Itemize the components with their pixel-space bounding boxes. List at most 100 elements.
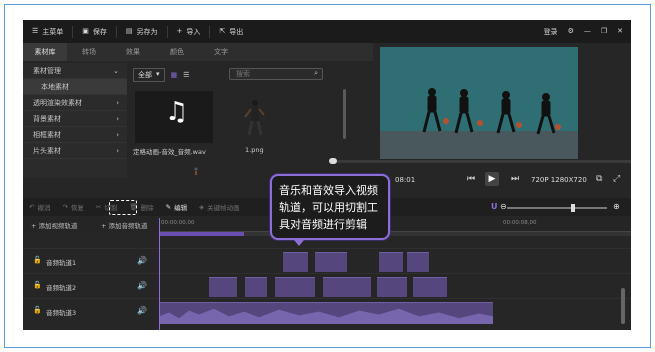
filter-row: 全部 ▾ ▦ ☰ bbox=[133, 68, 189, 82]
ruler-tick-label: 00:00:08,00 bbox=[503, 220, 537, 226]
sidebar-item-intro[interactable]: 片头素材 › bbox=[23, 143, 127, 159]
seek-handle[interactable] bbox=[329, 158, 337, 164]
undo-button[interactable]: ↶ 撤消 bbox=[23, 202, 56, 212]
sidebar-item-label: 相框素材 bbox=[33, 130, 61, 139]
close-icon[interactable]: ✕ bbox=[617, 28, 623, 35]
unlock-icon[interactable]: 🔓 bbox=[33, 256, 42, 264]
undo-label: 撤消 bbox=[37, 204, 51, 212]
tab-text[interactable]: 文字 bbox=[199, 43, 243, 61]
sidebar-item-label: 素材管理 bbox=[33, 66, 61, 75]
plus-icon: + bbox=[176, 27, 183, 35]
tooltip-line: 音乐和音效导入视频 bbox=[279, 184, 378, 197]
filter-dropdown[interactable]: 全部 ▾ bbox=[133, 68, 165, 82]
audio-clip[interactable] bbox=[245, 277, 267, 297]
sidebar-item-transparent[interactable]: 透明渲染效素材 › bbox=[23, 95, 127, 111]
audio-clip[interactable] bbox=[315, 252, 347, 272]
edit-button[interactable]: ✎ 编辑 bbox=[160, 202, 193, 212]
add-video-track-button[interactable]: + 添加视频轨道 bbox=[31, 220, 78, 230]
grid-view-icon[interactable]: ▦ bbox=[171, 71, 178, 79]
search-input[interactable]: 搜索 ⌕ bbox=[229, 68, 323, 80]
import-button[interactable]: + 导入 bbox=[168, 20, 210, 43]
sidebar-item-local[interactable]: 本地素材 bbox=[23, 79, 127, 95]
chevron-down-icon: ▾ bbox=[156, 70, 160, 78]
tab-transitions[interactable]: 转场 bbox=[67, 43, 111, 61]
resolution-selector[interactable]: 720P 1280X720 bbox=[531, 176, 587, 184]
redo-icon: ↷ bbox=[62, 203, 68, 211]
window-controls: 登录 ⚙ — ❐ ✕ bbox=[544, 20, 623, 43]
list-view-icon[interactable]: ☰ bbox=[183, 71, 189, 79]
gear-icon[interactable]: ⚙ bbox=[568, 28, 574, 35]
restore-icon[interactable]: ❐ bbox=[601, 28, 607, 35]
audio-clip[interactable] bbox=[159, 302, 493, 324]
zoom-slider-track[interactable] bbox=[507, 207, 607, 209]
next-frame-icon[interactable]: ⏭ bbox=[511, 174, 519, 184]
tooltip-line: 具对音频进行剪辑 bbox=[279, 218, 367, 231]
volume-icon[interactable]: 🔊 bbox=[137, 306, 147, 315]
main-menu-button[interactable]: ☰ 主菜单 bbox=[23, 20, 72, 43]
main-menu-label: 主菜单 bbox=[42, 27, 64, 36]
export-button[interactable]: ⇱ 导出 bbox=[210, 20, 252, 43]
magnet-icon[interactable]: U bbox=[491, 202, 498, 211]
tab-colors[interactable]: 颜色 bbox=[155, 43, 199, 61]
search-placeholder: 搜索 bbox=[236, 70, 250, 78]
sidebar-item-label: 本地素材 bbox=[41, 82, 69, 91]
hamburger-icon: ☰ bbox=[32, 27, 39, 35]
tab-materials[interactable]: 素材库 bbox=[23, 43, 67, 61]
timeline-zoom: U ⊖ ⊕ bbox=[491, 202, 625, 212]
audio-clip[interactable] bbox=[209, 277, 237, 297]
sidebar-item-label: 片头素材 bbox=[33, 146, 61, 155]
sidebar-item-material-manage[interactable]: 素材管理 ⌄ bbox=[23, 63, 127, 79]
add-audio-track-button[interactable]: + 添加音频轨道 bbox=[101, 220, 148, 230]
volume-icon[interactable]: 🔊 bbox=[137, 281, 147, 290]
tab-effects[interactable]: 效果 bbox=[111, 43, 155, 61]
audio-clip[interactable] bbox=[283, 252, 308, 272]
audio-file-thumbnail[interactable]: ♫ bbox=[135, 91, 213, 143]
zoom-slider-handle[interactable] bbox=[571, 204, 575, 212]
sidebar-item-label: 透明渲染效素材 bbox=[33, 98, 82, 107]
playhead[interactable] bbox=[159, 218, 160, 330]
export-icon: ⇱ bbox=[219, 27, 226, 35]
volume-icon[interactable]: 🔊 bbox=[137, 256, 147, 265]
cut-highlight-box bbox=[109, 200, 137, 215]
file-name: 1.png bbox=[245, 146, 264, 154]
minimize-icon[interactable]: — bbox=[584, 28, 591, 35]
preview-seekbar[interactable] bbox=[331, 160, 631, 163]
keyframe-button[interactable]: ◈ 关键帧动画 bbox=[193, 202, 246, 212]
audio-clip[interactable] bbox=[377, 277, 407, 297]
unlock-icon[interactable]: 🔓 bbox=[33, 306, 42, 314]
redo-button[interactable]: ↷ 恢复 bbox=[56, 202, 89, 212]
timeline-scrollbar[interactable] bbox=[621, 288, 625, 324]
track-name: 音频轨道2 bbox=[46, 284, 77, 292]
music-note-icon: ♫ bbox=[165, 97, 189, 127]
audio-clip[interactable] bbox=[407, 252, 429, 272]
previous-frame-icon[interactable]: ⏮ bbox=[467, 174, 475, 184]
audio-clip[interactable] bbox=[413, 277, 447, 297]
audio-clip[interactable] bbox=[275, 277, 315, 297]
image-file-thumbnail[interactable] bbox=[191, 167, 201, 178]
sidebar-item-frame[interactable]: 相框素材 › bbox=[23, 127, 127, 143]
save-as-button[interactable]: ▤ 另存为 bbox=[117, 20, 167, 43]
chevron-down-icon: ⌄ bbox=[113, 66, 119, 75]
sidebar-item-background[interactable]: 背景素材 › bbox=[23, 111, 127, 127]
video-editor-window: ☰ 主菜单 ▣ 保存 ▤ 另存为 + 导入 ⇱ 导出 登录 ⚙ — ❐ ✕ 素材… bbox=[23, 20, 631, 330]
tooltip-line: 轨道，可以用切割工 bbox=[279, 201, 378, 214]
scissors-icon: ✂ bbox=[95, 203, 102, 211]
zoom-in-icon[interactable]: ⊕ bbox=[613, 202, 620, 211]
delete-label: 删除 bbox=[140, 204, 154, 212]
fullscreen-icon[interactable]: ⤢ bbox=[613, 174, 620, 184]
keyframe-label: 关键帧动画 bbox=[207, 204, 240, 212]
play-button[interactable]: ▶ bbox=[485, 172, 499, 186]
audio-clip[interactable] bbox=[379, 252, 403, 272]
library-scrollbar[interactable] bbox=[343, 89, 346, 139]
image-file-thumbnail[interactable] bbox=[233, 93, 275, 143]
audio-clip[interactable] bbox=[323, 277, 371, 297]
keyframe-icon: ◈ bbox=[199, 203, 205, 211]
timeline-ruler: 00:00:00,00 00:00:08,00 bbox=[159, 218, 631, 232]
unlock-icon[interactable]: 🔓 bbox=[33, 281, 42, 289]
sidebar-item-label: 背景素材 bbox=[33, 114, 61, 123]
save-button[interactable]: ▣ 保存 bbox=[73, 20, 116, 43]
snapshot-icon[interactable]: ⧉ bbox=[596, 174, 602, 184]
login-link[interactable]: 登录 bbox=[544, 27, 558, 37]
zoom-out-icon[interactable]: ⊖ bbox=[500, 202, 507, 211]
pencil-icon: ✎ bbox=[165, 203, 172, 211]
